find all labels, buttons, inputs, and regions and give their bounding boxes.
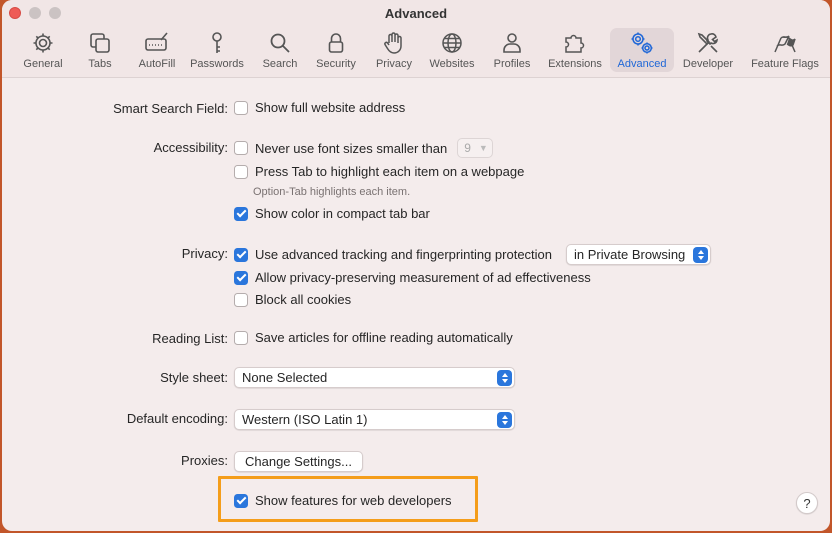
tab-label: Profiles <box>493 58 531 70</box>
press-tab-checkbox[interactable] <box>234 164 248 179</box>
tracking-row[interactable]: Use advanced tracking and fingerprinting… <box>234 244 712 265</box>
show-full-address-text: Show full website address <box>255 100 406 115</box>
tab-advanced[interactable]: Advanced <box>610 28 674 72</box>
autofill-icon <box>145 32 168 51</box>
style-sheet-label: Style sheet: <box>160 370 228 385</box>
ad-measurement-checkbox[interactable] <box>234 270 248 285</box>
tracking-mode-value: in Private Browsing <box>574 247 686 262</box>
ad-measurement-text: Allow privacy-preserving measurement of … <box>255 270 591 285</box>
encoding-row: Western (ISO Latin 1) <box>234 409 515 430</box>
preferences-toolbar: General Tabs AutoFill Passwords Search S… <box>2 26 830 76</box>
chevron-down-icon: ▼ <box>478 143 488 153</box>
tab-label: Privacy <box>375 58 413 70</box>
reading-list-label: Reading List: <box>152 331 228 346</box>
web-developer-checkbox[interactable] <box>234 493 248 508</box>
offline-reading-row[interactable]: Save articles for offline reading automa… <box>234 330 513 345</box>
window-title: Advanced <box>384 6 448 21</box>
min-font-checkbox[interactable] <box>234 141 248 155</box>
min-font-size-value: 9 <box>464 141 471 155</box>
style-sheet-value: None Selected <box>242 370 328 385</box>
tab-label: Security <box>316 58 356 70</box>
gear-icon <box>33 33 53 53</box>
option-tab-hint: Option-Tab highlights each item. <box>253 186 411 198</box>
style-sheet-row: None Selected <box>234 367 515 388</box>
person-icon <box>503 33 521 53</box>
accessibility-label: Accessibility: <box>153 140 228 155</box>
key-icon <box>212 32 222 53</box>
tab-label: Websites <box>429 58 475 70</box>
tab-extensions[interactable]: Extensions <box>544 28 606 72</box>
tabs-icon <box>90 33 110 53</box>
min-font-text: Never use font sizes smaller than <box>255 140 448 156</box>
style-sheet-popup[interactable]: None Selected <box>234 367 515 388</box>
tab-websites[interactable]: Websites <box>427 28 477 72</box>
tab-label: Feature Flags <box>751 58 819 70</box>
hand-icon <box>384 32 402 54</box>
updown-chevron-icon <box>693 246 709 263</box>
tracking-checkbox[interactable] <box>234 247 248 262</box>
block-cookies-checkbox[interactable] <box>234 292 248 307</box>
offline-reading-text: Save articles for offline reading automa… <box>255 330 513 345</box>
block-cookies-row[interactable]: Block all cookies <box>234 292 351 307</box>
min-font-row[interactable]: Never use font sizes smaller than 9 ▼ <box>234 138 493 158</box>
tab-passwords[interactable]: Passwords <box>188 28 246 72</box>
compact-color-text: Show color in compact tab bar <box>255 206 430 221</box>
proxies-label: Proxies: <box>181 453 228 468</box>
show-full-address-checkbox[interactable] <box>234 100 248 115</box>
encoding-popup[interactable]: Western (ISO Latin 1) <box>234 409 515 430</box>
privacy-label: Privacy: <box>181 246 228 261</box>
tab-label: Extensions <box>548 58 602 70</box>
block-cookies-text: Block all cookies <box>255 292 352 307</box>
globe-icon <box>442 33 462 53</box>
tab-label: Developer <box>682 58 734 70</box>
updown-chevron-icon <box>497 411 512 428</box>
tab-label: Tabs <box>88 58 112 70</box>
tracking-text: Use advanced tracking and fingerprinting… <box>255 247 553 262</box>
tab-label: Passwords <box>190 58 244 70</box>
press-tab-row[interactable]: Press Tab to highlight each item on a we… <box>234 164 524 179</box>
lock-icon <box>328 33 344 53</box>
default-encoding-label: Default encoding: <box>126 411 228 426</box>
updown-chevron-icon <box>497 369 512 386</box>
offline-reading-checkbox[interactable] <box>234 330 248 345</box>
press-tab-text: Press Tab to highlight each item on a we… <box>255 164 525 179</box>
tab-general[interactable]: General <box>21 28 65 72</box>
tab-profiles[interactable]: Profiles <box>490 28 534 72</box>
encoding-value: Western (ISO Latin 1) <box>242 412 368 427</box>
tab-developer[interactable]: Developer <box>680 28 736 72</box>
compact-color-row[interactable]: Show color in compact tab bar <box>234 206 430 221</box>
tab-security[interactable]: Security <box>313 28 359 72</box>
gears-icon <box>631 32 653 54</box>
tab-privacy[interactable]: Privacy <box>372 28 416 72</box>
puzzle-icon <box>565 34 585 53</box>
compact-color-checkbox[interactable] <box>234 206 248 221</box>
search-icon <box>270 33 290 53</box>
tab-autofill[interactable]: AutoFill <box>134 28 180 72</box>
change-settings-button[interactable]: Change Settings... <box>234 451 363 472</box>
preferences-window: Advanced General Tabs AutoFill Passwords… <box>2 0 830 531</box>
tab-label: AutoFill <box>138 58 176 70</box>
ad-measurement-row[interactable]: Allow privacy-preserving measurement of … <box>234 270 591 285</box>
tab-label: General <box>23 58 63 70</box>
tab-feature-flags[interactable]: Feature Flags <box>747 28 823 72</box>
title-bar: Advanced General Tabs AutoFill Passwords… <box>2 0 830 78</box>
tab-tabs[interactable]: Tabs <box>82 28 118 72</box>
help-button[interactable]: ? <box>796 492 818 514</box>
web-developer-row[interactable]: Show features for web developers <box>234 493 452 508</box>
show-full-address-row[interactable]: Show full website address <box>234 100 405 115</box>
tools-icon <box>697 32 718 53</box>
web-developer-text: Show features for web developers <box>255 493 452 508</box>
min-font-size-select[interactable]: 9 ▼ <box>457 138 493 158</box>
smart-search-label: Smart Search Field: <box>113 101 228 116</box>
advanced-settings: Smart Search Field: Show full website ad… <box>2 79 830 531</box>
tracking-mode-popup[interactable]: in Private Browsing <box>566 244 712 265</box>
tab-search[interactable]: Search <box>260 28 300 72</box>
tab-label: Search <box>262 58 298 70</box>
flags-icon <box>774 35 796 53</box>
tab-label: Advanced <box>617 58 667 70</box>
